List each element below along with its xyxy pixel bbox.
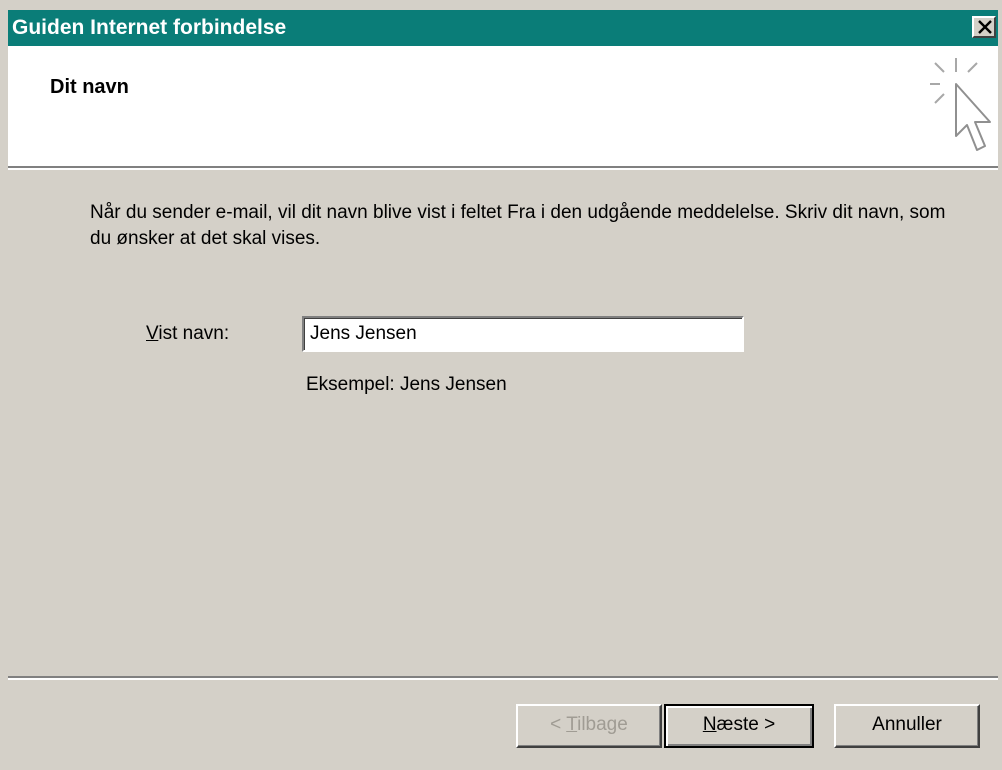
display-name-input[interactable] — [302, 316, 744, 352]
close-icon — [978, 20, 992, 34]
wizard-window: Guiden Internet forbindelse Dit navn Når… — [0, 0, 1002, 770]
close-button[interactable] — [972, 16, 996, 38]
back-button-prefix: < — [550, 714, 567, 735]
display-name-label-accel: V — [146, 323, 159, 344]
footer-divider-highlight — [8, 678, 998, 680]
page-title: Dit navn — [50, 76, 129, 98]
wizard-header: Dit navn — [8, 46, 998, 166]
intro-text: Når du sender e-mail, vil dit navn blive… — [90, 202, 946, 249]
next-button[interactable]: Næste > — [664, 704, 814, 748]
back-button[interactable]: < Tilbage — [516, 704, 662, 748]
next-button-accel: N — [702, 714, 717, 735]
title-bar[interactable]: Guiden Internet forbindelse — [8, 10, 998, 46]
next-button-rest: æste > — [716, 714, 776, 735]
back-button-rest: ilbage — [577, 714, 628, 735]
window-title: Guiden Internet forbindelse — [12, 16, 287, 39]
cursor-click-icon — [930, 58, 991, 151]
display-name-label: Vist navn: — [146, 323, 229, 345]
cancel-button[interactable]: Annuller — [834, 704, 980, 748]
example-text: Eksempel: Jens Jensen — [306, 374, 507, 395]
header-divider-highlight — [8, 168, 998, 170]
back-button-accel: T — [566, 714, 578, 735]
display-name-label-rest: ist navn: — [158, 323, 230, 344]
